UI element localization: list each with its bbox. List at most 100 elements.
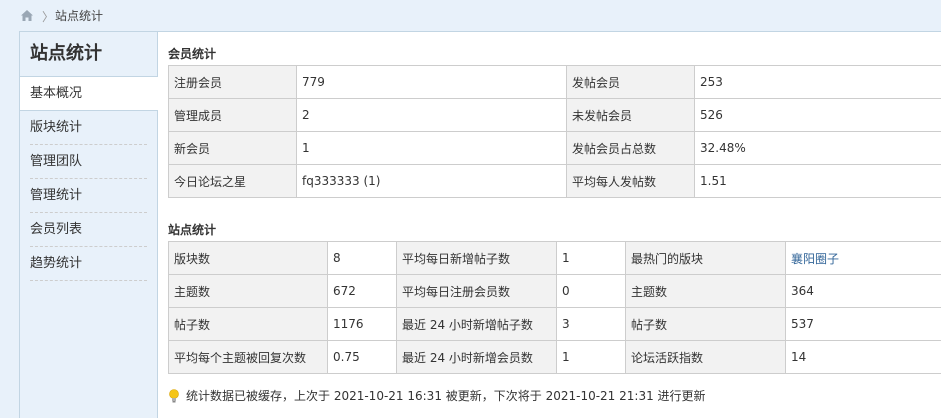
stat-label: 版块数: [169, 242, 328, 275]
stat-value: 1.51: [695, 165, 941, 198]
site-stats-row: 主题数 672 平均每日注册会员数 0 主题数 364: [169, 275, 941, 308]
cache-notice-text: 统计数据已被缓存，上次于 2021-10-21 16:31 被更新，下次将于 2…: [186, 387, 706, 404]
member-stats-row: 新会员 1 发帖会员占总数 32.48%: [169, 132, 941, 165]
stat-label-text: 论坛活跃指数: [631, 351, 703, 365]
stat-label-text: 最近 24 小时新增帖子数: [402, 318, 533, 332]
stat-label-text: 帖子数: [174, 318, 210, 332]
stat-value-text: 1: [562, 251, 570, 265]
stat-label-text: 主题数: [631, 285, 667, 299]
stat-value-text: 364: [791, 284, 814, 298]
stat-value: 32.48%: [695, 132, 941, 165]
stat-value: 526: [695, 99, 941, 132]
hottest-forum-link[interactable]: 襄阳圈子: [791, 252, 839, 266]
stat-label: 平均每人发帖数: [567, 165, 695, 198]
stat-value: 3: [557, 308, 626, 341]
stat-label: 主题数: [626, 275, 786, 308]
stat-value-text: 672: [333, 284, 356, 298]
stat-value-text: 1176: [333, 317, 364, 331]
stat-value: fq333333 (1): [297, 165, 567, 198]
lightbulb-icon: [168, 389, 180, 403]
sidebar-title: 站点统计: [20, 32, 157, 77]
breadcrumb: 〉 站点统计: [0, 0, 941, 31]
stat-value-text: 1: [562, 350, 570, 364]
stat-value-text: 0: [562, 284, 570, 298]
stat-label: 注册会员: [169, 66, 297, 99]
cache-notice: 统计数据已被缓存，上次于 2021-10-21 16:31 被更新，下次将于 2…: [168, 387, 706, 404]
stat-value-text: 0.75: [333, 350, 360, 364]
member-stats-row: 管理成员 2 未发帖会员 526: [169, 99, 941, 132]
stat-label-text: 注册会员: [174, 76, 222, 90]
stat-label: 最近 24 小时新增帖子数: [397, 308, 557, 341]
sidebar-item-admin-team[interactable]: 管理团队: [30, 145, 147, 179]
stat-value: 0: [557, 275, 626, 308]
stat-label: 最近 24 小时新增会员数: [397, 341, 557, 374]
stat-label: 未发帖会员: [567, 99, 695, 132]
stat-label-text: 未发帖会员: [572, 109, 632, 123]
stat-label-text: 发帖会员: [572, 76, 620, 90]
stat-value: 1176: [328, 308, 397, 341]
stat-label: 最热门的版块: [626, 242, 786, 275]
stat-value: 14: [786, 341, 941, 374]
stat-value-text: 3: [562, 317, 570, 331]
stat-label-text: 新会员: [174, 142, 210, 156]
stat-label: 平均每日新增帖子数: [397, 242, 557, 275]
stat-label: 主题数: [169, 275, 328, 308]
stat-value: 253: [695, 66, 941, 99]
stat-value-text: 1: [302, 141, 310, 155]
site-stats-table: 版块数 8 平均每日新增帖子数 1 最热门的版块襄阳圈子主题数 672 平均每日注册会员数 0…: [168, 241, 941, 374]
stat-label-text: 今日论坛之星: [174, 175, 246, 189]
stat-value: 0.75: [328, 341, 397, 374]
stat-label: 管理成员: [169, 99, 297, 132]
site-stats-row: 帖子数 1176 最近 24 小时新增帖子数 3 帖子数 537: [169, 308, 941, 341]
home-icon[interactable]: [20, 9, 34, 22]
stat-value-text: 1.51: [700, 174, 727, 188]
member-stats-row: 今日论坛之星 fq333333 (1) 平均每人发帖数 1.51: [169, 165, 941, 198]
stat-value: 1: [297, 132, 567, 165]
sidebar-item-forum-stats[interactable]: 版块统计: [30, 111, 147, 145]
stat-label-text: 帖子数: [631, 318, 667, 332]
stat-value-text: 14: [791, 350, 806, 364]
stat-label-text: 最近 24 小时新增会员数: [402, 351, 533, 365]
stat-value: 襄阳圈子: [786, 242, 941, 275]
stat-value-text: fq333333 (1): [302, 174, 380, 188]
stat-value-text: 8: [333, 251, 341, 265]
stat-label: 发帖会员: [567, 66, 695, 99]
stat-value: 672: [328, 275, 397, 308]
stat-value-text: 2: [302, 108, 310, 122]
stat-label: 帖子数: [626, 308, 786, 341]
stat-value-text: 526: [700, 108, 723, 122]
site-stats-title: 站点统计: [168, 221, 216, 238]
stat-value: 8: [328, 242, 397, 275]
sidebar-item-overview[interactable]: 基本概况: [20, 77, 158, 111]
site-stats-row: 平均每个主题被回复次数 0.75 最近 24 小时新增会员数 1 论坛活跃指数 14: [169, 341, 941, 374]
stat-label-text: 管理成员: [174, 109, 222, 123]
stat-label: 今日论坛之星: [169, 165, 297, 198]
sidebar-item-trend-stats[interactable]: 趋势统计: [30, 247, 147, 281]
stat-value: 537: [786, 308, 941, 341]
stat-value-text: 253: [700, 75, 723, 89]
sidebar-menu: 基本概况 版块统计 管理团队 管理统计 会员列表 趋势统计: [20, 77, 157, 281]
sidebar: 站点统计 基本概况 版块统计 管理团队 管理统计 会员列表 趋势统计: [20, 32, 158, 418]
member-stats-title: 会员统计: [168, 45, 216, 62]
stat-label: 新会员: [169, 132, 297, 165]
sidebar-item-admin-stats[interactable]: 管理统计: [30, 179, 147, 213]
stat-label-text: 平均每人发帖数: [572, 175, 656, 189]
stat-value: 364: [786, 275, 941, 308]
breadcrumb-separator: 〉: [42, 8, 54, 25]
stat-value: 2: [297, 99, 567, 132]
sidebar-item-member-list[interactable]: 会员列表: [30, 213, 147, 247]
stat-label-text: 发帖会员占总数: [572, 142, 656, 156]
stat-value-text: 537: [791, 317, 814, 331]
breadcrumb-current: 站点统计: [55, 7, 103, 24]
stat-label-text: 平均每日新增帖子数: [402, 252, 510, 266]
stat-value: 1: [557, 341, 626, 374]
member-stats-row: 注册会员 779 发帖会员 253: [169, 66, 941, 99]
stat-label-text: 平均每日注册会员数: [402, 285, 510, 299]
site-stats-row: 版块数 8 平均每日新增帖子数 1 最热门的版块襄阳圈子: [169, 242, 941, 275]
stat-label: 帖子数: [169, 308, 328, 341]
stat-label: 论坛活跃指数: [626, 341, 786, 374]
content-frame: 站点统计 基本概况 版块统计 管理团队 管理统计 会员列表 趋势统计 会员统计 …: [19, 31, 941, 418]
stat-value-text: 32.48%: [700, 141, 746, 155]
stat-label-text: 平均每个主题被回复次数: [174, 351, 306, 365]
stat-value-text: 779: [302, 75, 325, 89]
